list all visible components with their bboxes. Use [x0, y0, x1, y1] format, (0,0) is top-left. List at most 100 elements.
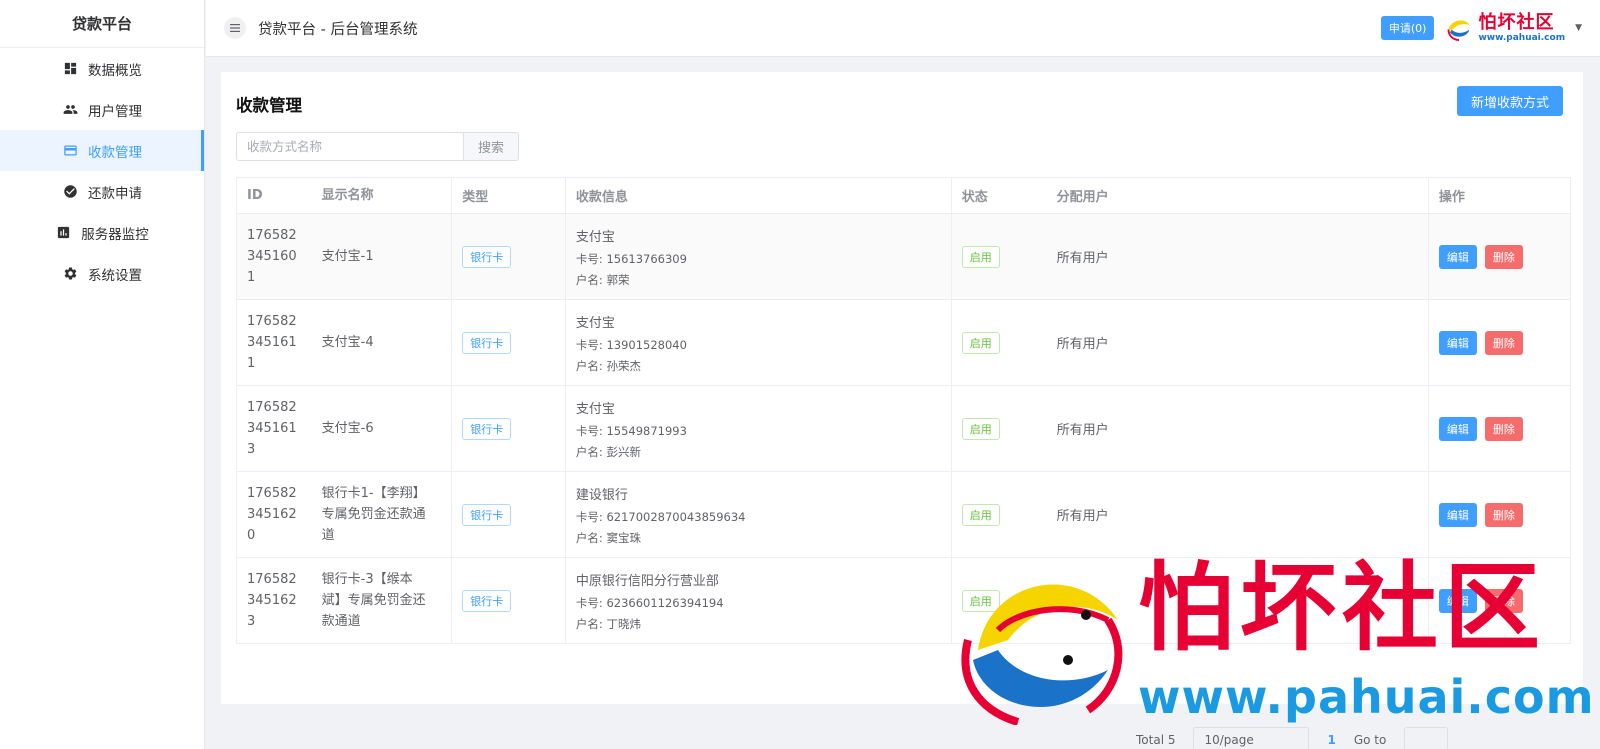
row-status: 启用: [950, 299, 1047, 386]
watermark-fish-icon: [961, 584, 1123, 725]
pagination-total: Total 5: [1136, 733, 1176, 747]
table-row: 176582 345162 0 银行卡1-【李翔】 专属免罚金还款通 道 银行卡…: [236, 471, 1571, 558]
type-tag: 银行卡: [462, 331, 512, 354]
row-info: 中原银行信阳分行营业部 卡号: 6236601126394194 户名: 丁晓炜: [564, 557, 952, 644]
logo-text: 怕坏社区 www.pahuai.com: [1478, 11, 1566, 43]
users-icon: [62, 102, 78, 118]
column-header-ops: 操作: [1427, 177, 1571, 214]
sidebar-item-label: 收款管理: [88, 144, 142, 161]
sidebar-item-label: 还款申请: [88, 185, 142, 202]
row-id: 176582 345160 1: [236, 213, 312, 300]
row-ops: 编辑 删除: [1427, 213, 1571, 300]
column-header-id: ID: [236, 177, 312, 214]
row-type: 银行卡: [451, 213, 566, 300]
sidebar-item-users[interactable]: 用户管理: [0, 89, 204, 130]
sidebar-item-label: 系统设置: [88, 267, 142, 284]
delete-button[interactable]: 删除: [1484, 244, 1523, 269]
sidebar-item-repayment[interactable]: 还款申请: [0, 171, 204, 212]
table-row: 176582 345161 3 支付宝-6 银行卡 支付宝 卡号: 155498…: [236, 385, 1571, 472]
top-header: 贷款平台 - 后台管理系统 申请(0) 怕坏社区 www.pahuai.com …: [206, 0, 1600, 57]
bank-name: 支付宝: [575, 229, 615, 245]
card-number: 卡号: 15613766309: [575, 251, 687, 266]
account-holder: 户名: 丁晓炜: [575, 616, 641, 631]
logo-cn-text: 怕坏社区: [1478, 11, 1555, 33]
hamburger-icon: [230, 24, 240, 32]
row-type: 银行卡: [451, 557, 566, 644]
sidebar-item-server-monitor[interactable]: 服务器监控: [0, 212, 204, 253]
edit-button[interactable]: 编辑: [1438, 416, 1477, 441]
search-button[interactable]: 搜索: [463, 132, 519, 161]
row-assign: 所有用户: [1046, 213, 1429, 300]
row-info: 支付宝 卡号: 15549871993 户名: 彭兴新: [564, 385, 952, 472]
page-number-current[interactable]: 1: [1327, 733, 1335, 747]
search-input[interactable]: [236, 132, 463, 161]
header-right: 申请(0) 怕坏社区 www.pahuai.com ▼: [1380, 13, 1582, 43]
chart-icon: [55, 225, 71, 241]
edit-button[interactable]: 编辑: [1438, 244, 1477, 269]
goto-label: Go to: [1353, 733, 1387, 747]
row-id: 176582 345162 3: [236, 557, 312, 644]
sidebar-title: 贷款平台: [0, 0, 204, 48]
card-number: 卡号: 13901528040: [575, 337, 687, 352]
row-id: 176582 345162 0: [236, 471, 312, 558]
table-header-row: ID 显示名称 类型 收款信息 状态 分配用户 操作: [236, 177, 1571, 214]
apply-count-button[interactable]: 申请(0): [1380, 16, 1435, 40]
header-title: 贷款平台 - 后台管理系统: [258, 21, 418, 38]
type-tag: 银行卡: [462, 245, 512, 268]
menu-toggle-button[interactable]: [224, 17, 246, 39]
bank-name: 建设银行: [575, 487, 628, 503]
sidebar-item-dashboard[interactable]: 数据概览: [0, 48, 204, 89]
row-name: 银行卡1-【李翔】 专属免罚金还款通 道: [311, 471, 452, 558]
bank-name: 中原银行信阳分行营业部: [575, 573, 719, 589]
row-assign: 所有用户: [1046, 299, 1429, 386]
logo-en-text: www.pahuai.com: [1478, 32, 1566, 43]
status-badge: 启用: [961, 503, 1000, 526]
status-badge: 启用: [961, 245, 1000, 268]
bank-name: 支付宝: [575, 401, 615, 417]
row-name: 支付宝-4: [311, 299, 452, 386]
row-id: 176582 345161 1: [236, 299, 312, 386]
column-header-name: 显示名称: [311, 177, 452, 214]
sidebar-item-settings[interactable]: 系统设置: [0, 253, 204, 294]
card-number: 卡号: 15549871993: [575, 423, 687, 438]
row-type: 银行卡: [451, 299, 566, 386]
type-tag: 银行卡: [462, 417, 512, 440]
check-circle-icon: [62, 184, 78, 200]
bank-name: 支付宝: [575, 315, 615, 331]
row-info: 建设银行 卡号: 6217002870043859634 户名: 窦宝珠: [564, 471, 952, 558]
edit-button[interactable]: 编辑: [1438, 502, 1477, 527]
row-assign: 所有用户: [1046, 471, 1429, 558]
user-menu[interactable]: 怕坏社区 www.pahuai.com ▼: [1444, 13, 1582, 43]
sidebar-item-label: 数据概览: [88, 62, 142, 79]
row-info: 支付宝 卡号: 15613766309 户名: 郭荣: [564, 213, 952, 300]
row-ops: 编辑 删除: [1427, 471, 1571, 558]
row-name: 支付宝-6: [311, 385, 452, 472]
row-ops: 编辑 删除: [1427, 299, 1571, 386]
sidebar-item-payments[interactable]: 收款管理: [0, 130, 204, 171]
watermark-cn-text: 怕坏社区: [1138, 552, 1546, 664]
delete-button[interactable]: 删除: [1484, 502, 1523, 527]
row-status: 启用: [950, 213, 1047, 300]
edit-button[interactable]: 编辑: [1438, 330, 1477, 355]
sidebar: 贷款平台 数据概览 用户管理 收款管理 还款申请 服务器监控 系统设置: [0, 0, 205, 749]
page-size-select[interactable]: 10/page: [1193, 727, 1310, 749]
watermark-en-text: www.pahuai.com: [1138, 670, 1595, 724]
delete-button[interactable]: 删除: [1484, 416, 1523, 441]
column-header-info: 收款信息: [564, 177, 952, 214]
goto-input[interactable]: [1404, 727, 1449, 749]
add-payment-method-button[interactable]: 新增收款方式: [1456, 86, 1563, 116]
table-row: 176582 345161 1 支付宝-4 银行卡 支付宝 卡号: 139015…: [236, 299, 1571, 386]
dashboard-icon: [62, 61, 78, 77]
sidebar-item-label: 服务器监控: [81, 226, 149, 243]
watermark-logo: 怕坏社区 www.pahuai.com: [958, 552, 1594, 730]
row-name: 支付宝-1: [311, 213, 452, 300]
row-status: 启用: [950, 385, 1047, 472]
column-header-status: 状态: [950, 177, 1047, 214]
account-holder: 户名: 窦宝珠: [575, 530, 641, 545]
fish-logo-icon: [1445, 14, 1473, 42]
gear-icon: [62, 266, 78, 282]
row-info: 支付宝 卡号: 13901528040 户名: 孙荣杰: [564, 299, 952, 386]
row-type: 银行卡: [451, 471, 566, 558]
status-badge: 启用: [961, 331, 1000, 354]
delete-button[interactable]: 删除: [1484, 330, 1523, 355]
